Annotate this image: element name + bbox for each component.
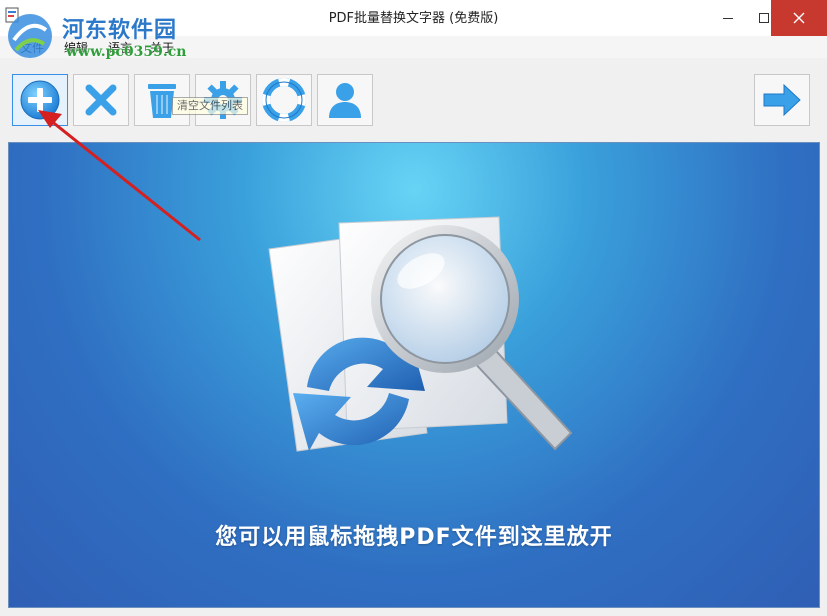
toolbar-tooltip: 清空文件列表 [172,97,248,115]
add-file-icon [20,80,60,120]
documents-magnifier-refresh-icon [268,216,573,452]
add-file-button[interactable] [12,74,68,126]
drop-area[interactable]: 您可以用鼠标拖拽PDF文件到这里放开 [8,142,820,608]
menu-edit[interactable]: 编辑 [64,39,88,56]
menu-bar: 文件 编辑 语言 关于 [0,36,827,59]
menu-about[interactable]: 关于 [150,39,174,56]
close-button[interactable] [771,0,827,36]
remove-x-icon [85,84,117,116]
maximize-icon [759,13,769,23]
window-title: PDF批量替换文字器 (免费版) [328,11,499,26]
next-button[interactable] [754,74,810,126]
arrow-right-icon [763,83,801,117]
minimize-icon [723,18,733,19]
title-bar: PDF批量替换文字器 (免费版) [0,0,827,36]
menu-file[interactable]: 文件 [20,39,44,56]
help-button[interactable] [256,74,312,126]
user-icon [329,83,361,118]
menu-language[interactable]: 语言 [108,39,132,56]
minimize-button[interactable] [710,0,746,36]
toolbar [0,58,827,138]
remove-file-button[interactable] [73,74,129,126]
drop-hint-text: 您可以用鼠标拖拽PDF文件到这里放开 [215,525,613,550]
close-icon [793,12,805,24]
account-button[interactable] [317,74,373,126]
lifebuoy-icon [262,78,306,122]
